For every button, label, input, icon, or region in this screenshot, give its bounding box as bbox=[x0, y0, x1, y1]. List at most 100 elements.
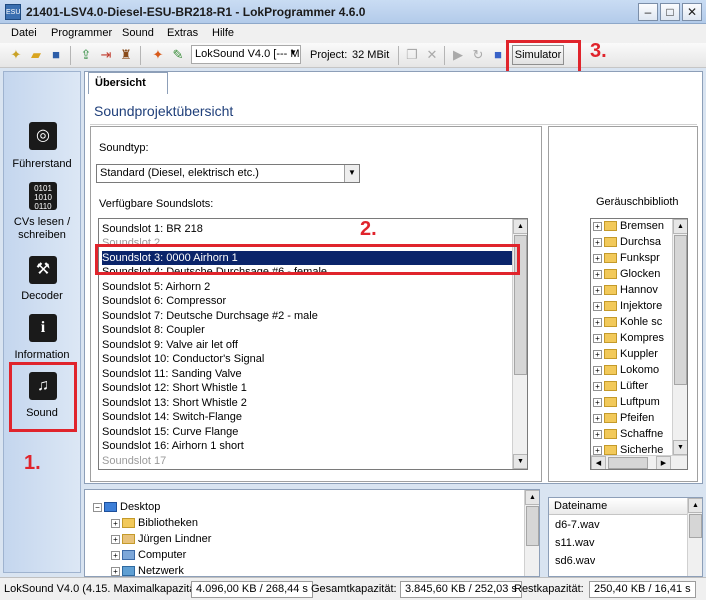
tree-item[interactable]: + Glocken bbox=[593, 268, 660, 284]
decoder-type-select[interactable]: LokSound V4.0 [--- MBit]▼ bbox=[191, 45, 301, 64]
annotation-box-3 bbox=[506, 40, 581, 74]
menu-sound[interactable]: Sound bbox=[122, 27, 154, 39]
tree-item[interactable]: + Lokomo bbox=[593, 364, 659, 380]
tree-item[interactable]: + Kohle sc bbox=[593, 316, 662, 332]
tree-item[interactable]: + Jürgen Lindner bbox=[111, 533, 211, 549]
tree-item[interactable]: + Funkspr bbox=[593, 252, 660, 268]
list-item[interactable]: Soundslot 6: Compressor bbox=[102, 294, 512, 308]
tree-item[interactable]: + Kuppler bbox=[593, 348, 658, 364]
list-item[interactable]: Soundslot 7: Deutsche Durchsage #2 - mal… bbox=[102, 309, 512, 323]
tree-item[interactable]: + Hannov bbox=[593, 284, 658, 300]
list-item[interactable]: Soundslot 11: Sanding Valve bbox=[102, 367, 512, 381]
scroll-up-icon[interactable]: ▲ bbox=[688, 498, 702, 513]
tree-item[interactable]: + Bibliotheken bbox=[111, 517, 198, 533]
list-item[interactable]: s11.wav bbox=[555, 537, 595, 549]
close-button[interactable]: ✕ bbox=[682, 3, 702, 21]
list-item[interactable]: Soundslot 13: Short Whistle 2 bbox=[102, 396, 512, 410]
list-item[interactable]: Soundslot 5: Airhorn 2 bbox=[102, 280, 512, 294]
programmer-icon[interactable]: ♜ bbox=[118, 47, 134, 63]
tree-item[interactable]: + Computer bbox=[111, 549, 186, 565]
scroll-down-icon[interactable]: ▼ bbox=[513, 454, 527, 469]
list-item[interactable]: sd6.wav bbox=[555, 555, 595, 565]
play-icon[interactable]: ▶ bbox=[450, 47, 466, 63]
sound-library-tree[interactable]: + Bremsen + Durchsa + Funkspr + Glocken + Han… bbox=[590, 218, 688, 470]
scroll-up-icon[interactable]: ▲ bbox=[525, 490, 539, 505]
tree-item[interactable]: + Durchsa bbox=[593, 236, 661, 252]
horizontal-scrollbar[interactable]: ◀ ▶ bbox=[591, 455, 687, 469]
tree-item[interactable]: + Injektore bbox=[593, 300, 662, 316]
tree-item[interactable]: + Bremsen bbox=[593, 220, 664, 236]
tree-item[interactable]: + Kompres bbox=[593, 332, 664, 348]
scroll-thumb[interactable] bbox=[689, 514, 702, 538]
maximize-button[interactable]: □ bbox=[660, 3, 680, 21]
toolbar-separator bbox=[140, 46, 141, 65]
scroll-up-icon[interactable]: ▲ bbox=[673, 219, 687, 234]
list-item[interactable]: Soundslot 12: Short Whistle 1 bbox=[102, 381, 512, 395]
library-label: Geräuschbiblioth bbox=[596, 196, 679, 208]
minimize-button[interactable]: – bbox=[638, 3, 658, 21]
page-title: Soundprojektübersicht bbox=[94, 103, 234, 119]
soundtype-value: Standard (Diesel, elektrisch etc.) bbox=[100, 167, 259, 179]
sidebar-item-label: Decoder bbox=[21, 290, 63, 302]
tab-uebersicht[interactable]: Übersicht bbox=[88, 72, 168, 94]
annotation-label-2: 2. bbox=[360, 218, 377, 240]
decoder-icon[interactable]: ✦ bbox=[150, 47, 166, 63]
stop-icon[interactable]: ■ bbox=[490, 47, 506, 63]
list-item[interactable]: Soundslot 8: Coupler bbox=[102, 323, 512, 337]
list-item[interactable]: Soundslot 1: BR 218 bbox=[102, 222, 512, 236]
tree-item-desktop[interactable]: − Desktop bbox=[93, 501, 160, 517]
tool-icon[interactable]: ✎ bbox=[170, 47, 186, 63]
app-icon: ESU bbox=[5, 4, 21, 20]
tree-item[interactable]: + Luftpum bbox=[593, 396, 660, 412]
list-item[interactable]: Soundslot 17 bbox=[102, 454, 512, 468]
scroll-thumb[interactable] bbox=[526, 506, 539, 546]
folder-icon bbox=[604, 221, 617, 232]
project-label: Project: bbox=[310, 49, 348, 61]
tree-item[interactable]: + Pfeifen bbox=[593, 412, 654, 428]
list-item[interactable]: Soundslot 9: Valve air let off bbox=[102, 338, 512, 352]
new-file-icon[interactable]: ✦ bbox=[8, 47, 24, 63]
read-decoder-icon[interactable]: ⇪ bbox=[78, 47, 94, 63]
scroll-thumb[interactable] bbox=[674, 235, 687, 385]
menu-programmer[interactable]: Programmer bbox=[51, 27, 112, 39]
vertical-scrollbar[interactable]: ▲ bbox=[524, 490, 539, 576]
menu-extras[interactable]: Extras bbox=[167, 27, 198, 39]
tree-item[interactable]: + Netzwerk bbox=[111, 565, 184, 576]
sidebar-item-label: CVs lesen / schreiben bbox=[13, 216, 71, 241]
sidebar-item-label: Führerstand bbox=[12, 158, 72, 170]
vertical-scrollbar[interactable]: ▲ ▼ bbox=[672, 219, 687, 455]
folder-icon bbox=[604, 397, 617, 408]
write-decoder-icon[interactable]: ⇥ bbox=[98, 47, 114, 63]
column-header-filename[interactable]: Dateiname bbox=[549, 498, 687, 515]
file-browser-tree[interactable]: − Desktop + Bibliotheken + Jürgen Lindner +… bbox=[84, 489, 540, 577]
list-item[interactable]: d6-7.wav bbox=[555, 519, 600, 531]
project-size: 32 MBit bbox=[352, 49, 390, 61]
list-item[interactable]: Soundslot 16: Airhorn 1 short bbox=[102, 439, 512, 453]
list-item[interactable]: Soundslot 10: Conductor's Signal bbox=[102, 352, 512, 366]
scroll-up-icon[interactable]: ▲ bbox=[513, 219, 527, 234]
scroll-down-icon[interactable]: ▼ bbox=[673, 440, 687, 455]
open-folder-icon[interactable]: ▰ bbox=[28, 47, 44, 63]
scroll-thumb[interactable] bbox=[608, 457, 648, 469]
desktop-icon bbox=[104, 502, 117, 513]
save-icon[interactable]: ■ bbox=[48, 47, 64, 63]
status-decoder: LokSound V4.0 (4.15. Maximalkapazität: bbox=[4, 583, 202, 595]
status-max-capacity: 4.096,00 KB / 268,44 s bbox=[191, 581, 313, 598]
menu-datei[interactable]: Datei bbox=[11, 27, 37, 39]
scroll-right-icon[interactable]: ▶ bbox=[656, 456, 671, 469]
scroll-left-icon[interactable]: ◀ bbox=[591, 456, 606, 469]
binary-icon: 0101 1010 0110 bbox=[29, 182, 57, 211]
tree-item[interactable]: + Lüfter bbox=[593, 380, 648, 396]
menu-hilfe[interactable]: Hilfe bbox=[212, 27, 234, 39]
library-folder-icon bbox=[122, 518, 135, 529]
file-list[interactable]: Dateiname d6-7.wav s11.wav sd6.wav ▲ bbox=[548, 497, 703, 577]
tree-item[interactable]: + Schaffne bbox=[593, 428, 663, 444]
delete-icon[interactable]: ✕ bbox=[424, 47, 440, 63]
list-item[interactable]: Soundslot 15: Curve Flange bbox=[102, 425, 512, 439]
reload-icon[interactable]: ↻ bbox=[470, 47, 486, 63]
vertical-scrollbar[interactable]: ▲ bbox=[687, 498, 702, 576]
copy-icon[interactable]: ❐ bbox=[404, 47, 420, 63]
status-total-capacity: 3.845,60 KB / 252,03 s bbox=[400, 581, 522, 598]
soundtype-select[interactable]: Standard (Diesel, elektrisch etc.) ▼ bbox=[96, 164, 360, 183]
list-item[interactable]: Soundslot 14: Switch-Flange bbox=[102, 410, 512, 424]
